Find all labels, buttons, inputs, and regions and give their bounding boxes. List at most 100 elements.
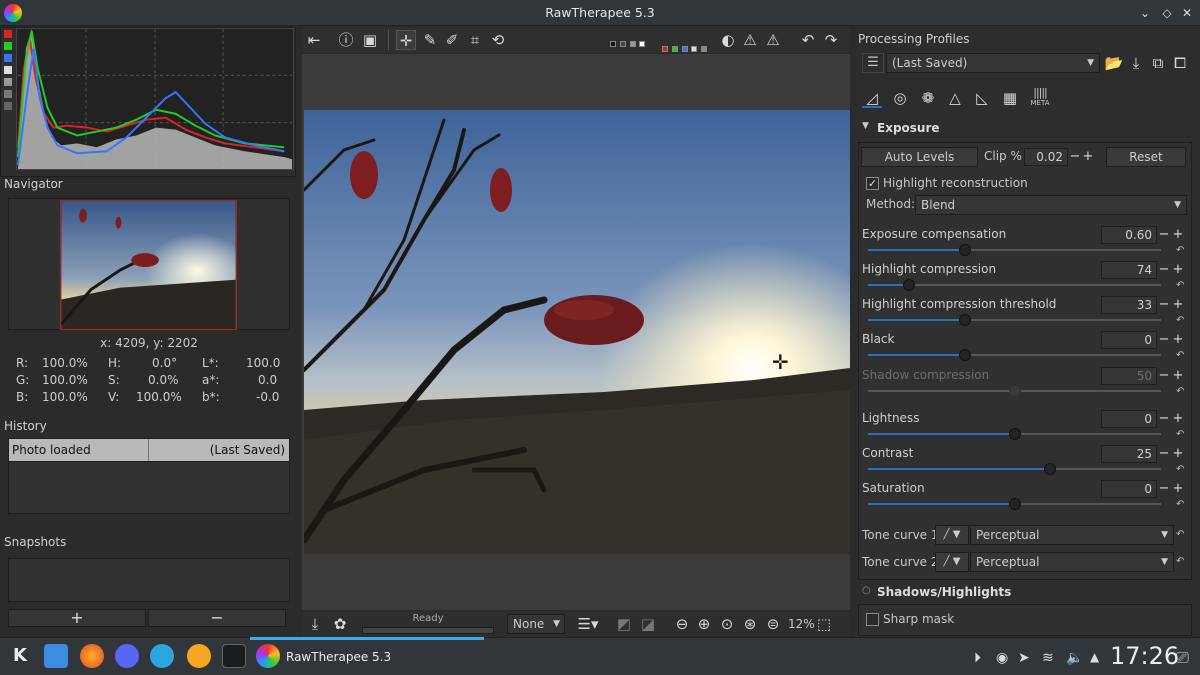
slider-reset-icon[interactable]: ↶ — [1176, 351, 1186, 361]
increase-icon[interactable]: + — [1172, 263, 1184, 276]
load-profile-icon[interactable]: 📂 — [1104, 53, 1124, 73]
slider-value-input[interactable]: 0 — [1101, 480, 1157, 498]
clip-increase-icon[interactable]: + — [1082, 150, 1094, 163]
tone-curve-1-reset-icon[interactable]: ↶ — [1176, 530, 1186, 540]
telegram-icon[interactable] — [150, 644, 174, 668]
tone-curve-2-editor-button[interactable]: ╱ ▼ — [935, 552, 969, 572]
slider-value-input[interactable]: 0 — [1101, 410, 1157, 428]
media-icon[interactable]: ⏵ — [974, 650, 981, 666]
hand-tool-icon[interactable]: ✛ — [396, 30, 416, 50]
filter-strength-icon[interactable]: ☰▾ — [570, 614, 606, 634]
slider-handle[interactable] — [958, 349, 971, 361]
preview-image[interactable] — [304, 110, 850, 554]
tray-discord-icon[interactable]: ◉ — [996, 650, 1008, 666]
copy-profile-icon[interactable]: ⧉ — [1148, 53, 1168, 73]
wifi-icon[interactable]: ≋ — [1042, 650, 1054, 666]
show-desktop-icon[interactable]: ⎚ — [1176, 648, 1189, 668]
clip-decrease-icon[interactable]: − — [1069, 150, 1081, 163]
maximize-icon[interactable]: ◇ — [1158, 4, 1176, 22]
reset-button[interactable]: Reset — [1106, 147, 1186, 167]
increase-icon[interactable]: + — [1172, 447, 1184, 460]
highlight-reconstruction-checkbox[interactable]: ✓ — [866, 177, 879, 190]
krita-icon[interactable] — [222, 644, 246, 668]
preview-channel-selector[interactable] — [662, 41, 712, 52]
tab-metadata-icon[interactable]: ||||| META — [1028, 87, 1052, 110]
kde-menu-icon[interactable]: K — [8, 644, 32, 668]
slider-handle[interactable] — [958, 244, 971, 256]
tab-raw-icon[interactable]: ▦ — [1000, 88, 1020, 108]
tray-expand-icon[interactable]: ▲ — [1090, 650, 1099, 664]
straighten-icon[interactable]: ⟲ — [488, 30, 508, 50]
slider-value-input[interactable]: 74 — [1101, 261, 1157, 279]
tone-curve-1-editor-button[interactable]: ╱ ▼ — [935, 525, 969, 545]
focus-mask-icon[interactable]: ◐ — [718, 30, 738, 50]
send-to-editor-icon[interactable]: ✿ — [330, 614, 350, 634]
sharp-mask-checkbox[interactable] — [866, 613, 879, 626]
tab-color-icon[interactable]: ❁ — [918, 88, 938, 108]
decrease-icon[interactable]: − — [1158, 412, 1170, 425]
hide-left-panel-icon[interactable]: ⇤ — [304, 30, 324, 50]
new-window-icon[interactable]: ⬚ — [814, 614, 834, 634]
white-balance-picker-icon[interactable]: ✎ — [420, 30, 440, 50]
remove-snapshot-button[interactable]: − — [148, 609, 286, 627]
save-image-icon[interactable]: ⤓ — [305, 614, 325, 634]
increase-icon[interactable]: + — [1172, 333, 1184, 346]
slider-handle[interactable] — [1043, 463, 1056, 475]
shadows-highlights-label[interactable]: Shadows/Highlights — [877, 585, 1011, 599]
info-icon[interactable]: ⓘ — [336, 30, 356, 50]
zoom-fit-crop-icon[interactable]: ⊜ — [763, 614, 783, 634]
slider-reset-icon[interactable]: ↶ — [1176, 500, 1186, 510]
rotate-right-icon[interactable]: ↷ — [821, 30, 841, 50]
zoom-out-icon[interactable]: ⊖ — [672, 614, 692, 634]
music-player-icon[interactable] — [187, 644, 211, 668]
minimize-icon[interactable]: ⌄ — [1136, 4, 1154, 22]
profile-select[interactable]: (Last Saved) ▼ — [886, 53, 1100, 73]
shadow-clip-warning-icon[interactable]: ⚠ — [740, 30, 760, 50]
expand-exposure-icon[interactable]: ▼ — [862, 121, 869, 131]
save-profile-icon[interactable]: ⤓ — [1126, 53, 1146, 73]
decrease-icon[interactable]: − — [1158, 482, 1170, 495]
firefox-icon[interactable] — [80, 644, 104, 668]
volume-icon[interactable]: 🔈 — [1066, 650, 1083, 666]
slider-value-input[interactable]: 0 — [1101, 331, 1157, 349]
decrease-icon[interactable]: − — [1158, 447, 1170, 460]
increase-icon[interactable]: + — [1172, 298, 1184, 311]
filter-select[interactable]: None ▼ — [507, 614, 565, 634]
rotate-left-icon[interactable]: ↶ — [798, 30, 818, 50]
tone-curve-1-mode-select[interactable]: Perceptual ▼ — [970, 525, 1174, 545]
increase-icon[interactable]: + — [1172, 228, 1184, 241]
decrease-icon[interactable]: − — [1158, 228, 1170, 241]
file-manager-icon[interactable] — [44, 644, 68, 668]
rawtherapee-task-label[interactable]: RawTherapee 5.3 — [286, 650, 391, 664]
zoom-100-icon[interactable]: ⊙ — [717, 614, 737, 634]
shadows-highlights-toggle-icon[interactable]: ○ — [862, 585, 871, 596]
slider-handle[interactable] — [1008, 428, 1021, 440]
add-snapshot-button[interactable]: + — [8, 609, 146, 627]
zoom-in-icon[interactable]: ⊕ — [694, 614, 714, 634]
slider-reset-icon[interactable]: ↶ — [1176, 430, 1186, 440]
highlight-clip-warning-icon[interactable]: ⚠ — [763, 30, 783, 50]
slider-track[interactable] — [868, 249, 1161, 251]
slider-reset-icon[interactable]: ↶ — [1176, 465, 1186, 475]
slider-value-input[interactable]: 0.60 — [1101, 226, 1157, 244]
tab-advanced-icon[interactable]: △ — [945, 88, 965, 108]
tab-detail-icon[interactable]: ◎ — [890, 88, 910, 108]
navigator-thumbnail[interactable] — [60, 200, 237, 330]
slider-handle[interactable] — [903, 279, 916, 291]
zoom-fit-icon[interactable]: ⊛ — [740, 614, 760, 634]
slider-handle[interactable] — [958, 314, 971, 326]
slider-track[interactable] — [868, 319, 1161, 321]
tab-transform-icon[interactable]: ◺ — [972, 88, 992, 108]
decrease-icon[interactable]: − — [1158, 333, 1170, 346]
tone-curve-2-mode-select[interactable]: Perceptual ▼ — [970, 552, 1174, 572]
crop-icon[interactable]: ⌗ — [465, 30, 485, 50]
slider-reset-icon[interactable]: ↶ — [1176, 281, 1186, 291]
auto-levels-button[interactable]: Auto Levels — [861, 147, 978, 167]
paste-profile-icon[interactable]: ⧠ — [1170, 53, 1190, 73]
decrease-icon[interactable]: − — [1158, 298, 1170, 311]
discord-icon[interactable] — [115, 644, 139, 668]
close-icon[interactable]: ✕ — [1178, 4, 1196, 22]
tone-curve-2-reset-icon[interactable]: ↶ — [1176, 557, 1186, 567]
clip-value-input[interactable]: 0.02 — [1024, 148, 1068, 166]
decrease-icon[interactable]: − — [1158, 263, 1170, 276]
